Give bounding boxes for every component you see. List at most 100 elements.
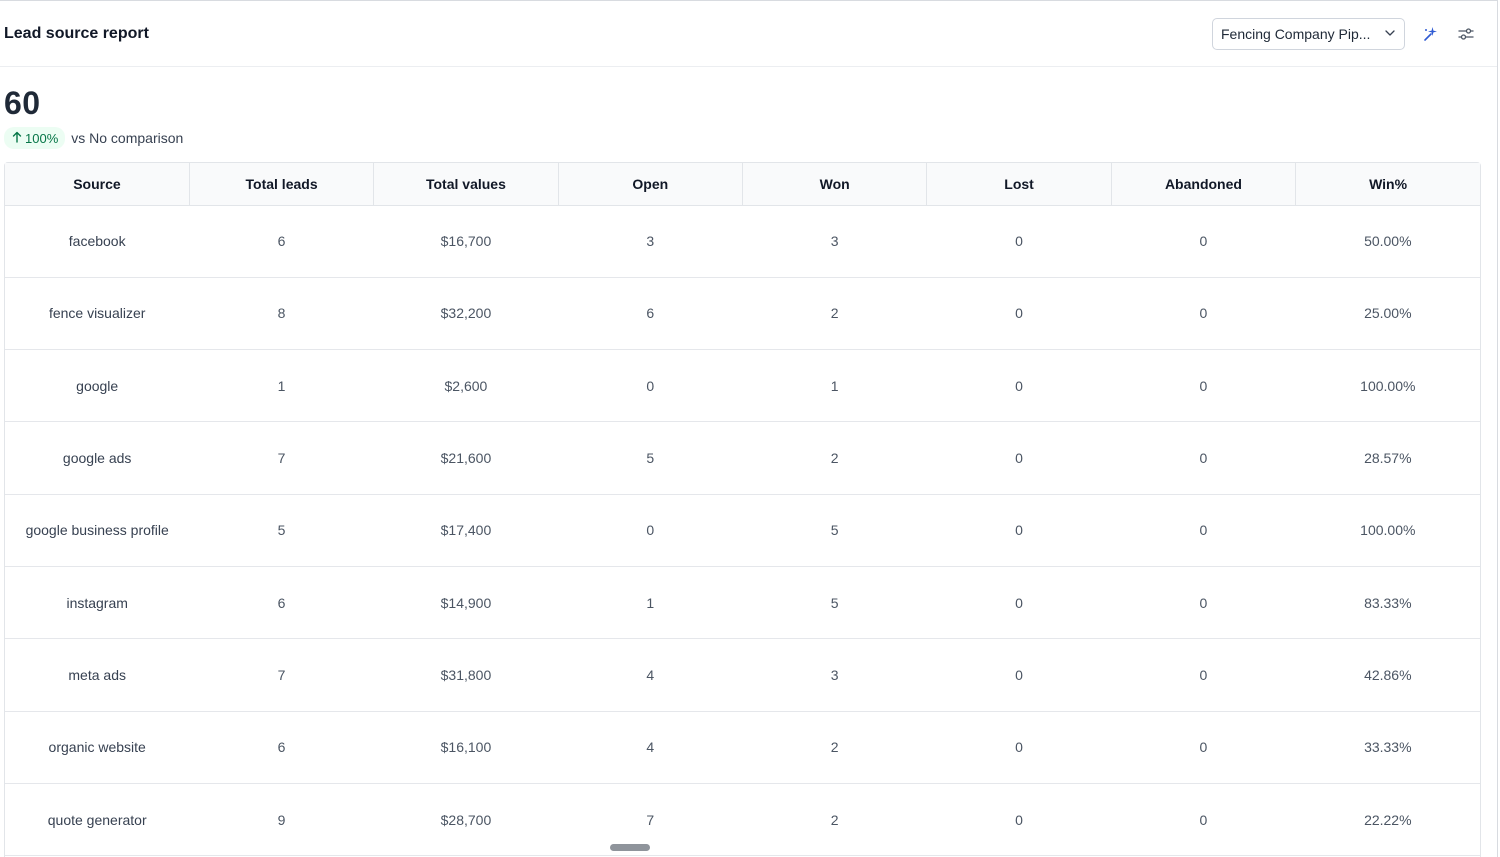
table-row: meta ads 7 $31,800 4 3 0 0 42.86% — [5, 638, 1480, 712]
cell-source: meta ads — [5, 638, 190, 712]
cell-open: 4 — [558, 638, 743, 712]
horizontal-scrollbar-handle[interactable] — [610, 844, 650, 851]
cell-total-leads: 7 — [189, 421, 374, 495]
cell-source: fence visualizer — [5, 277, 190, 351]
cell-total-leads: 6 — [189, 711, 374, 784]
report-header: Lead source report Fencing Company Pip..… — [0, 1, 1497, 67]
cell-source: google ads — [5, 421, 190, 495]
column-header-total-leads[interactable]: Total leads — [189, 163, 375, 206]
table-row: facebook 6 $16,700 3 3 0 0 50.00% — [5, 205, 1480, 278]
delta-value: 100% — [25, 130, 59, 146]
cell-open: 6 — [558, 277, 743, 351]
cell-open: 0 — [558, 349, 743, 423]
cell-total-leads: 6 — [189, 566, 374, 640]
table-row: quote generator 9 $28,700 7 2 0 0 22.22% — [5, 783, 1480, 857]
comparison-text: vs No comparison — [71, 130, 184, 146]
cell-total-leads: 1 — [189, 349, 374, 423]
cell-source: google — [5, 349, 190, 423]
table-row: organic website 6 $16,100 4 2 0 0 33.33% — [5, 711, 1480, 784]
cell-lost: 0 — [926, 205, 1112, 278]
cell-total-values: $17,400 — [373, 494, 559, 567]
cell-lost: 0 — [926, 349, 1112, 423]
cell-won: 3 — [742, 205, 927, 278]
column-header-total-values[interactable]: Total values — [373, 163, 559, 206]
table-header-row: Source Total leads Total values Open Won… — [5, 163, 1480, 206]
cell-lost: 0 — [926, 277, 1112, 351]
lead-source-table: Source Total leads Total values Open Won… — [4, 162, 1481, 857]
table-row: google ads 7 $21,600 5 2 0 0 28.57% — [5, 421, 1480, 495]
chevron-down-icon — [1384, 26, 1396, 42]
column-header-abandoned[interactable]: Abandoned — [1111, 163, 1297, 206]
cell-abandoned: 0 — [1111, 638, 1296, 712]
cell-source: google business profile — [5, 494, 190, 567]
cell-lost: 0 — [926, 566, 1112, 640]
cell-total-values: $16,700 — [373, 205, 559, 278]
total-leads-value: 60 — [4, 85, 41, 121]
cell-open: 7 — [558, 783, 743, 857]
cell-win-percent: 33.33% — [1295, 711, 1480, 784]
pipeline-select-value: Fencing Company Pip... — [1221, 25, 1371, 42]
cell-open: 1 — [558, 566, 743, 640]
cell-total-leads: 7 — [189, 638, 374, 712]
cell-abandoned: 0 — [1111, 277, 1296, 351]
report-title: Lead source report — [4, 24, 149, 42]
column-header-lost[interactable]: Lost — [926, 163, 1112, 206]
arrow-up-icon — [12, 131, 22, 146]
comparison-row: 100% vs No comparison — [4, 127, 1497, 149]
cell-source: instagram — [5, 566, 190, 640]
cell-total-leads: 8 — [189, 277, 374, 351]
cell-total-values: $21,600 — [373, 421, 559, 495]
cell-total-leads: 9 — [189, 783, 374, 857]
cell-won: 2 — [742, 277, 927, 351]
delta-badge: 100% — [4, 127, 66, 149]
header-actions: Fencing Company Pip... — [1212, 17, 1477, 50]
cell-win-percent: 100.00% — [1295, 494, 1480, 567]
table-row: fence visualizer 8 $32,200 6 2 0 0 25.00… — [5, 277, 1480, 351]
column-header-won[interactable]: Won — [742, 163, 928, 206]
cell-abandoned: 0 — [1111, 783, 1296, 857]
cell-abandoned: 0 — [1111, 205, 1296, 278]
cell-lost: 0 — [926, 494, 1112, 567]
cell-won: 5 — [742, 494, 927, 567]
cell-won: 2 — [742, 783, 927, 857]
sparkle-icon[interactable] — [1419, 23, 1441, 45]
cell-win-percent: 50.00% — [1295, 205, 1480, 278]
cell-lost: 0 — [926, 711, 1112, 784]
cell-lost: 0 — [926, 638, 1112, 712]
cell-abandoned: 0 — [1111, 566, 1296, 640]
cell-source: facebook — [5, 205, 190, 278]
cell-open: 5 — [558, 421, 743, 495]
cell-abandoned: 0 — [1111, 421, 1296, 495]
cell-total-values: $28,700 — [373, 783, 559, 857]
cell-won: 1 — [742, 349, 927, 423]
cell-won: 2 — [742, 711, 927, 784]
table-row: google 1 $2,600 0 1 0 0 100.00% — [5, 349, 1480, 423]
column-header-open[interactable]: Open — [558, 163, 744, 206]
cell-win-percent: 22.22% — [1295, 783, 1480, 857]
cell-win-percent: 83.33% — [1295, 566, 1480, 640]
cell-won: 3 — [742, 638, 927, 712]
cell-won: 2 — [742, 421, 927, 495]
cell-open: 3 — [558, 205, 743, 278]
cell-lost: 0 — [926, 421, 1112, 495]
cell-win-percent: 25.00% — [1295, 277, 1480, 351]
cell-total-values: $2,600 — [373, 349, 559, 423]
cell-total-values: $31,800 — [373, 638, 559, 712]
table-row: instagram 6 $14,900 1 5 0 0 83.33% — [5, 566, 1480, 640]
cell-win-percent: 100.00% — [1295, 349, 1480, 423]
cell-source: organic website — [5, 711, 190, 784]
cell-total-leads: 6 — [189, 205, 374, 278]
filter-settings-icon[interactable] — [1455, 23, 1477, 45]
column-header-win-percent[interactable]: Win% — [1295, 163, 1480, 206]
cell-abandoned: 0 — [1111, 711, 1296, 784]
pipeline-select[interactable]: Fencing Company Pip... — [1212, 17, 1405, 50]
cell-total-leads: 5 — [189, 494, 374, 567]
column-header-source[interactable]: Source — [5, 163, 190, 206]
cell-total-values: $14,900 — [373, 566, 559, 640]
table-row: google business profile 5 $17,400 0 5 0 … — [5, 494, 1480, 567]
cell-win-percent: 42.86% — [1295, 638, 1480, 712]
cell-win-percent: 28.57% — [1295, 421, 1480, 495]
cell-won: 5 — [742, 566, 927, 640]
cell-open: 4 — [558, 711, 743, 784]
cell-abandoned: 0 — [1111, 349, 1296, 423]
